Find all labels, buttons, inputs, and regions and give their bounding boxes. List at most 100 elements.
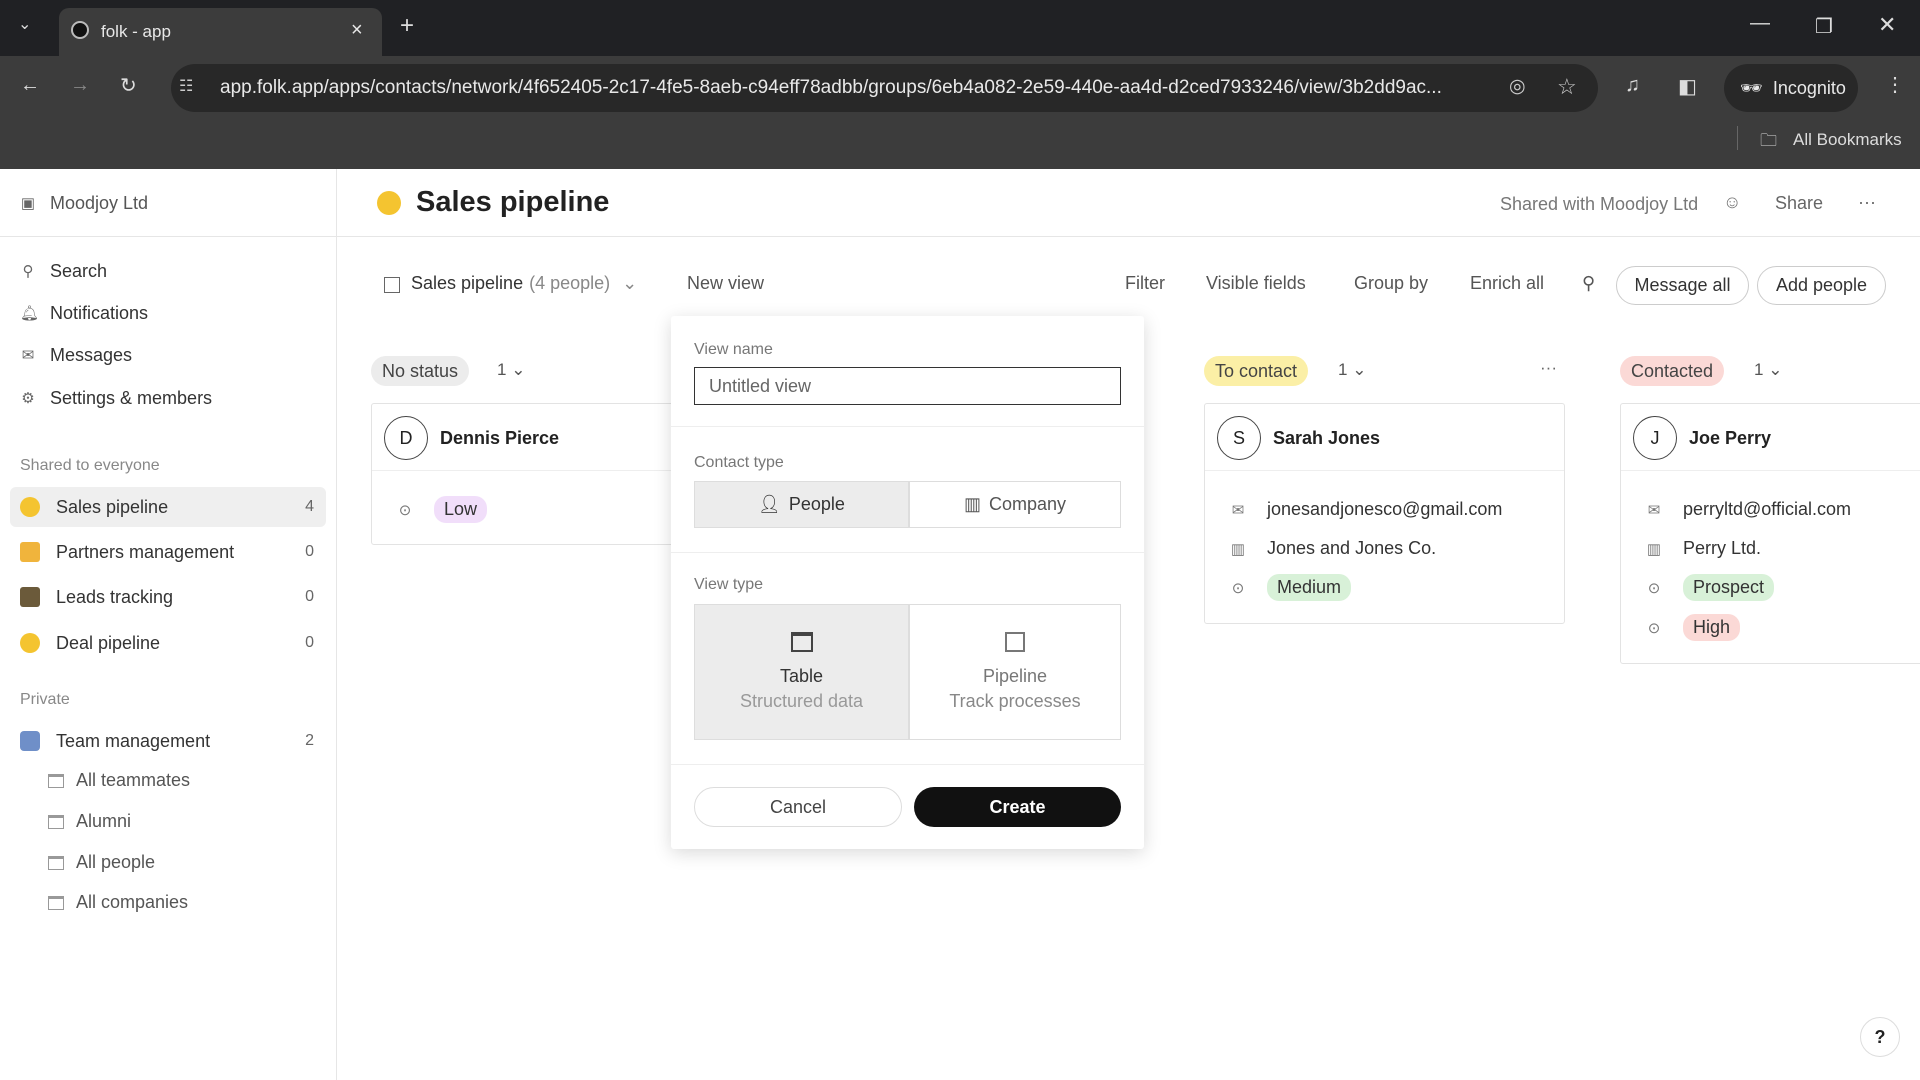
priority-icon: ⊙ [398,501,412,519]
message-all-button[interactable]: Message all [1616,266,1749,305]
search-icon[interactable]: ⚲ [1582,273,1595,294]
sidebar-item-settings[interactable]: ⚙ Settings & members [20,381,212,415]
priority-tag: Low [434,496,488,523]
media-icon[interactable]: ♫ [1625,74,1640,97]
contact-name: Dennis Pierce [440,428,560,448]
add-people-button[interactable]: Add people [1757,266,1886,305]
sidebar-item-messages[interactable]: ✉ Messages [20,338,132,372]
chevron-down-icon: ⌄ [622,273,638,293]
view-type-pipeline[interactable]: Pipeline Track processes [909,604,1121,740]
contact-name: Joe Perry [1689,428,1772,448]
visible-fields-button[interactable]: Visible fields [1206,273,1306,294]
new-view-dialog: View name Contact type 👤︎ People ▥ Company… [671,316,1144,849]
restore-icon[interactable]: ❐ [1815,14,1833,39]
view-name-input[interactable] [694,367,1121,405]
group-by-button[interactable]: Group by [1354,273,1428,294]
sidebar-group-sales-pipeline[interactable]: Sales pipeline 4 [10,487,326,527]
sidebar-group-team-management[interactable]: Team management 2 [10,721,326,761]
all-bookmarks[interactable]: All Bookmarks [1793,130,1902,150]
new-view-button[interactable]: New view [687,273,764,294]
sidebar-item-search[interactable]: ⚲ Search [20,254,108,288]
view-type-title: Table [779,666,824,686]
company[interactable]: Perry Ltd. [1683,538,1761,559]
detective-icon [20,587,40,607]
browser-tab[interactable]: folk - app × [59,8,382,56]
avatar: D [384,416,428,460]
label: Notifications [50,302,149,323]
sidebar-view-alumni[interactable]: Alumni [48,811,131,832]
sidebar-group-partners[interactable]: Partners management 0 [10,532,326,572]
label: Alumni [76,811,132,831]
count: 1 [1338,360,1348,379]
label: Company [988,494,1067,514]
building-icon: ▥ [1230,540,1246,558]
divider [1737,126,1738,150]
stage-tag: Prospect [1683,574,1775,601]
incognito-badge[interactable]: 🕶 Incognito [1724,64,1858,112]
sidebar-view-all-teammates[interactable]: All teammates [48,770,190,791]
share-button[interactable]: Share [1775,193,1823,214]
count: 4 [305,498,314,515]
address-bar[interactable]: ☷ app.folk.app/apps/contacts/network/4f6… [171,64,1598,112]
stage-icon: ⊙ [1647,579,1661,597]
label: Messages [50,344,133,365]
person-icon: 👤︎ [758,494,781,514]
new-tab-icon[interactable]: + [400,12,414,40]
side-panel-icon[interactable]: ◧ [1678,74,1697,99]
column-count[interactable]: 1 ⌄ [1338,360,1366,380]
sidebar-group-deal-pipeline[interactable]: Deal pipeline 0 [10,623,326,663]
minimize-icon[interactable]: — [1750,12,1770,35]
incognito-icon: 🕶 [1740,77,1763,98]
contact-type-company[interactable]: ▥ Company [909,481,1121,528]
menu-icon[interactable]: ⋮ [1885,72,1905,97]
column-more-icon[interactable]: ··· [1540,358,1557,378]
email[interactable]: jonesandjonesco@gmail.com [1267,499,1502,520]
contact-card[interactable]: J Joe Perry ✉ perryltd@official.com ▥ Perr… [1620,403,1920,664]
divider [671,552,1144,553]
create-button[interactable]: Create [914,787,1121,827]
back-icon[interactable]: ← [20,74,40,97]
site-info-icon[interactable]: ☷ [179,76,193,96]
close-window-icon[interactable]: ✕ [1878,12,1896,38]
eye-off-icon[interactable]: ◎ [1509,75,1526,98]
contact-type-people[interactable]: 👤︎ People [694,481,909,528]
handshake-icon [20,542,40,562]
sidebar-item-notifications[interactable]: 🔔︎ Notifications [20,296,148,330]
pipeline-icon [1005,632,1025,652]
reload-icon[interactable]: ↻ [120,73,137,98]
sidebar-group-leads[interactable]: Leads tracking 0 [10,577,326,617]
workspace-switcher[interactable]: ▣ Moodjoy Ltd [20,186,148,220]
contact-card[interactable]: S Sarah Jones ✉ jonesandjonesco@gmail.com… [1204,403,1565,624]
view-selector[interactable]: Sales pipeline (4 people) ⌄ [411,273,637,294]
company[interactable]: Jones and Jones Co. [1267,538,1436,559]
people-icon [20,731,40,751]
sidebar-view-all-people[interactable]: All people [48,852,155,873]
count: 0 [305,588,314,605]
count: 0 [305,543,314,560]
status-badge: Contacted [1620,356,1725,386]
more-button[interactable]: ··· [1858,192,1876,213]
label: Partners management [56,541,235,562]
view-type-table[interactable]: Table Structured data [694,604,909,740]
star-icon[interactable]: ☆ [1557,74,1577,100]
workspace-icon: ☺ [1723,192,1742,212]
count: 1 [497,360,507,379]
view-type-label: View type [694,576,764,593]
help-button[interactable]: ? [1860,1017,1900,1057]
tab-search-icon[interactable]: ⌄ [18,14,31,34]
contact-card[interactable]: D Dennis Pierce ⊙ Low [371,403,691,545]
filter-button[interactable]: Filter [1125,273,1165,294]
sidebar-view-all-companies[interactable]: All companies [48,892,188,913]
close-tab-icon[interactable]: × [351,19,363,42]
label: All people [76,852,156,872]
label: Leads tracking [56,586,174,607]
enrich-all-button[interactable]: Enrich all [1470,273,1544,294]
column-count[interactable]: 1 ⌄ [1754,360,1782,380]
label: All teammates [76,770,191,790]
email[interactable]: perryltd@official.com [1683,499,1851,520]
forward-icon[interactable]: → [70,74,90,97]
column-count[interactable]: 1 ⌄ [497,360,525,380]
view-name-label: View name [694,341,773,358]
cancel-button[interactable]: Cancel [694,787,902,827]
building-icon: ▥ [963,494,981,514]
